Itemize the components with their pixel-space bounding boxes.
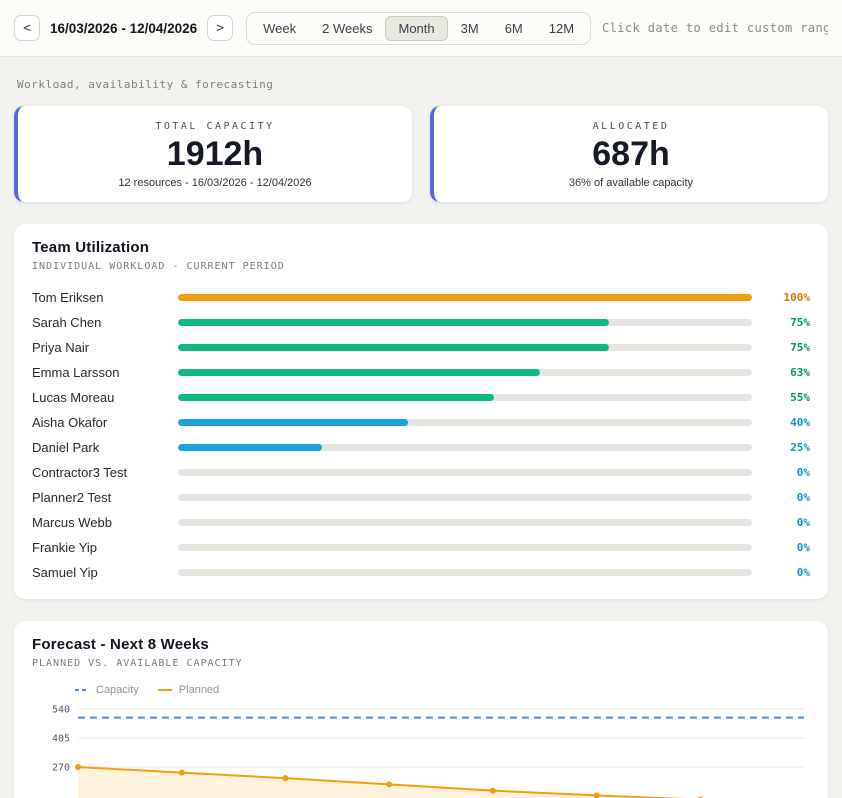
svg-text:540: 540	[52, 705, 70, 716]
card-value: 687h	[444, 135, 818, 174]
utilization-row: Planner2 Test 0%	[32, 485, 810, 510]
utilization-percent: 100%	[766, 291, 810, 304]
utilization-percent: 75%	[766, 316, 810, 329]
utilization-bar-fill	[178, 444, 322, 451]
team-utilization-subtitle: INDIVIDUAL WORKLOAD - CURRENT PERIOD	[32, 261, 810, 272]
forecast-title: Forecast - Next 8 Weeks	[32, 636, 810, 653]
member-name: Emma Larsson	[32, 365, 164, 380]
card-label: ALLOCATED	[444, 121, 818, 132]
forecast-chart-svg: 540 405 270	[32, 700, 812, 798]
forecast-chart: 540 405 270	[32, 700, 810, 798]
utilization-bar-track	[178, 294, 752, 301]
svg-text:270: 270	[52, 763, 70, 774]
utilization-bar-track	[178, 419, 752, 426]
utilization-bar-fill	[178, 369, 540, 376]
custom-range-hint: Click date to edit custom range	[602, 21, 828, 35]
team-utilization-panel: Team Utilization INDIVIDUAL WORKLOAD - C…	[14, 224, 828, 599]
utilization-bar-track	[178, 369, 752, 376]
member-name: Priya Nair	[32, 340, 164, 355]
utilization-percent: 55%	[766, 391, 810, 404]
legend-label: Planned	[179, 684, 219, 696]
utilization-bar-fill	[178, 394, 494, 401]
utilization-row: Frankie Yip 0%	[32, 535, 810, 560]
utilization-bar-track	[178, 444, 752, 451]
view-option-week[interactable]: Week	[250, 16, 309, 41]
utilization-row: Sarah Chen 75%	[32, 310, 810, 335]
legend-label: Capacity	[96, 684, 139, 696]
member-name: Samuel Yip	[32, 565, 164, 580]
utilization-bar-track	[178, 394, 752, 401]
utilization-bar-fill	[178, 294, 752, 301]
member-name: Frankie Yip	[32, 540, 164, 555]
utilization-bar-track	[178, 319, 752, 326]
forecast-legend: Capacity Planned	[74, 684, 810, 696]
utilization-row: Daniel Park 25%	[32, 435, 810, 460]
utilization-row: Aisha Okafor 40%	[32, 410, 810, 435]
utilization-percent: 0%	[766, 516, 810, 529]
utilization-row: Priya Nair 75%	[32, 335, 810, 360]
utilization-bar-fill	[178, 419, 408, 426]
member-name: Daniel Park	[32, 440, 164, 455]
summary-cards: TOTAL CAPACITY 1912h 12 resources - 16/03/…	[0, 106, 842, 202]
card-label: TOTAL CAPACITY	[28, 121, 402, 132]
card-value: 1912h	[28, 135, 402, 174]
member-name: Planner2 Test	[32, 490, 164, 505]
utilization-bar-fill	[178, 319, 609, 326]
member-name: Marcus Webb	[32, 515, 164, 530]
legend-item-planned: Planned	[157, 684, 219, 696]
view-segmented: Week2 WeeksMonth3M6M12M	[246, 12, 591, 45]
toolbar: < 16/03/2026 - 12/04/2026 > Week2 WeeksM…	[0, 0, 842, 57]
utilization-percent: 63%	[766, 366, 810, 379]
utilization-row: Emma Larsson 63%	[32, 360, 810, 385]
view-option-6m[interactable]: 6M	[492, 16, 536, 41]
forecast-subtitle: PLANNED VS. AVAILABLE CAPACITY	[32, 658, 810, 669]
view-option-12m[interactable]: 12M	[536, 16, 587, 41]
utilization-percent: 75%	[766, 341, 810, 354]
utilization-bar-track	[178, 494, 752, 501]
view-option-month[interactable]: Month	[385, 16, 447, 41]
member-name: Sarah Chen	[32, 315, 164, 330]
utilization-row: Contractor3 Test 0%	[32, 460, 810, 485]
date-range[interactable]: 16/03/2026 - 12/04/2026	[50, 21, 197, 36]
prev-period-button[interactable]: <	[14, 15, 40, 41]
utilization-row: Samuel Yip 0%	[32, 560, 810, 585]
utilization-percent: 25%	[766, 441, 810, 454]
legend-item-capacity: Capacity	[74, 684, 139, 696]
utilization-bar-track	[178, 469, 752, 476]
legend-marker-icon	[157, 686, 173, 694]
utilization-percent: 0%	[766, 466, 810, 479]
card-caption: 12 resources - 16/03/2026 - 12/04/2026	[28, 177, 402, 189]
forecast-panel: Forecast - Next 8 Weeks PLANNED VS. AVAI…	[14, 621, 828, 798]
member-name: Tom Eriksen	[32, 290, 164, 305]
legend-marker-icon	[74, 686, 90, 694]
view-option-3m[interactable]: 3M	[448, 16, 492, 41]
member-name: Lucas Moreau	[32, 390, 164, 405]
utilization-bar-track	[178, 569, 752, 576]
utilization-bar-track	[178, 519, 752, 526]
svg-text:405: 405	[52, 734, 70, 745]
utilization-row: Tom Eriksen 100%	[32, 285, 810, 310]
utilization-percent: 0%	[766, 491, 810, 504]
utilization-percent: 0%	[766, 566, 810, 579]
utilization-rows: Tom Eriksen 100% Sarah Chen 75% Priya Nair 75…	[32, 285, 810, 585]
page-subtitle: Workload, availability & forecasting	[0, 57, 842, 106]
member-name: Aisha Okafor	[32, 415, 164, 430]
utilization-bar-track	[178, 344, 752, 351]
utilization-percent: 40%	[766, 416, 810, 429]
summary-card-allocated: ALLOCATED 687h 36% of available capacity	[430, 106, 828, 202]
utilization-row: Lucas Moreau 55%	[32, 385, 810, 410]
utilization-bar-fill	[178, 344, 609, 351]
member-name: Contractor3 Test	[32, 465, 164, 480]
card-caption: 36% of available capacity	[444, 177, 818, 189]
utilization-row: Marcus Webb 0%	[32, 510, 810, 535]
utilization-percent: 0%	[766, 541, 810, 554]
summary-card-total-capacity: TOTAL CAPACITY 1912h 12 resources - 16/03/…	[14, 106, 412, 202]
view-option-2-weeks[interactable]: 2 Weeks	[309, 16, 385, 41]
team-utilization-title: Team Utilization	[32, 239, 810, 256]
next-period-button[interactable]: >	[207, 15, 233, 41]
utilization-bar-track	[178, 544, 752, 551]
